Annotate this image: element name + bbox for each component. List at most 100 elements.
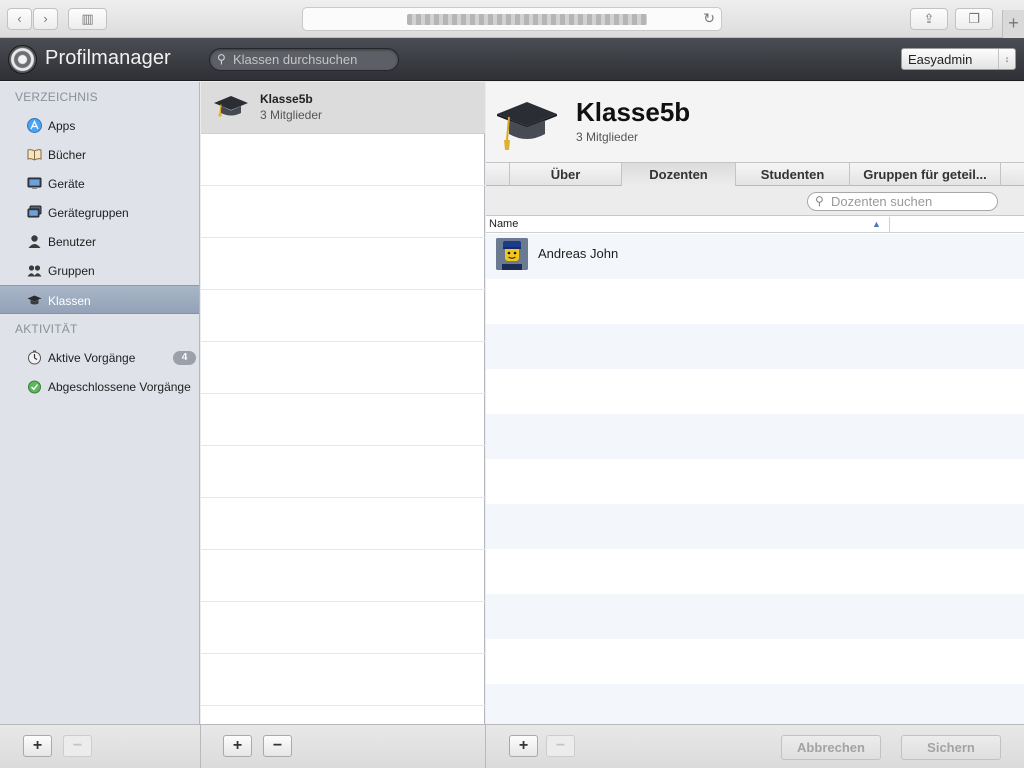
chevron-right-icon: › — [43, 11, 48, 26]
table-row — [486, 549, 1024, 594]
table-row — [486, 504, 1024, 549]
url-text-redacted — [407, 14, 647, 25]
detail-subtitle: 3 Mitglieder — [576, 130, 639, 144]
address-bar[interactable]: ↻ — [302, 7, 722, 31]
sidebar-item-active-tasks[interactable]: Aktive Vorgänge 4 — [0, 343, 199, 372]
list-item — [201, 446, 485, 498]
filter-bar: ⚲ — [486, 186, 1024, 216]
sidebar-item-device-groups[interactable]: Gerätegruppen — [0, 198, 199, 227]
tab-teachers[interactable]: Dozenten — [621, 163, 735, 186]
class-search-input[interactable] — [233, 51, 393, 68]
forward-button[interactable]: › — [33, 8, 58, 30]
list-item — [201, 186, 485, 238]
tab-shared-groups[interactable]: Gruppen für geteil... — [849, 163, 1001, 186]
plus-icon: + — [1008, 13, 1019, 33]
tabs-overview-button[interactable]: ❐ — [955, 8, 993, 30]
profile-manager-logo-icon — [8, 45, 37, 74]
sidebar-item-completed-tasks[interactable]: Abgeschlossene Vorgänge — [0, 372, 199, 401]
section-activity-heading: AKTIVITÄT — [15, 322, 78, 336]
search-icon: ⚲ — [815, 194, 824, 208]
chevron-left-icon: ‹ — [17, 11, 22, 26]
browser-toolbar: ‹ › ▥ ↻ ⇪ ❐ + — [0, 0, 1024, 38]
sidebar-item-label: Abgeschlossene Vorgänge — [48, 380, 191, 394]
class-remove-button[interactable]: − — [263, 735, 292, 757]
class-detail: Klasse5b 3 Mitglieder Über Dozenten Stud… — [486, 82, 1024, 724]
table-header: Name ▲ — [486, 217, 1024, 233]
sidebar-add-button[interactable]: + — [23, 735, 52, 757]
table-row[interactable]: Andreas John — [486, 234, 1024, 279]
column-header-name[interactable]: Name — [489, 218, 518, 230]
share-button[interactable]: ⇪ — [910, 8, 948, 30]
groups-icon — [27, 265, 42, 277]
new-tab-button[interactable]: + — [1002, 10, 1024, 38]
table-row — [486, 594, 1024, 639]
sidebar-item-label: Klassen — [48, 294, 91, 308]
sidebar-item-classes[interactable]: Klassen — [0, 285, 199, 314]
search-icon: ⚲ — [217, 52, 226, 66]
graduation-cap-icon — [27, 295, 42, 305]
class-member-count: 3 Mitglieder — [260, 108, 323, 122]
table-row — [486, 459, 1024, 504]
sidebar-item-devices[interactable]: Geräte — [0, 169, 199, 198]
count-badge: 4 — [173, 351, 196, 365]
lego-figure-avatar-icon — [496, 238, 528, 270]
detail-header: Klasse5b 3 Mitglieder — [486, 82, 1024, 162]
sidebar-toggle-button[interactable]: ▥ — [68, 8, 107, 30]
share-icon: ⇪ — [923, 11, 935, 26]
sort-ascending-icon[interactable]: ▲ — [872, 219, 881, 229]
save-button[interactable]: Sichern — [901, 735, 1001, 760]
sidebar-item-label: Apps — [48, 119, 76, 133]
devices-icon — [27, 177, 42, 189]
back-button[interactable]: ‹ — [7, 8, 32, 30]
list-item — [201, 342, 485, 394]
table-row — [486, 414, 1024, 459]
sidebar-item-users[interactable]: Benutzer — [0, 227, 199, 256]
completed-icon — [28, 380, 41, 394]
sidebar-item-groups[interactable]: Gruppen — [0, 256, 199, 285]
sidebar-item-apps[interactable]: Apps — [0, 111, 199, 140]
teacher-search[interactable]: ⚲ — [807, 192, 998, 211]
tab-about[interactable]: Über — [509, 163, 621, 186]
footer-divider — [200, 725, 201, 768]
sidebar-remove-button[interactable]: − — [63, 735, 92, 757]
class-list-item[interactable]: Klasse5b 3 Mitglieder — [201, 82, 485, 134]
sidebar: VERZEICHNIS Apps Bücher Geräte Gerätegru… — [0, 82, 200, 724]
list-item — [201, 290, 485, 342]
device-groups-icon — [27, 205, 42, 218]
list-item — [201, 602, 485, 654]
graduation-cap-icon — [214, 96, 248, 117]
list-item — [201, 498, 485, 550]
books-icon — [27, 149, 42, 161]
list-item — [201, 654, 485, 706]
sidebar-icon: ▥ — [81, 11, 94, 26]
table-row — [486, 369, 1024, 414]
class-name: Klasse5b — [260, 92, 313, 106]
sidebar-item-label: Bücher — [48, 148, 87, 162]
tabs-icon: ❐ — [968, 11, 980, 26]
teacher-remove-button[interactable]: − — [546, 735, 575, 757]
teacher-search-input[interactable] — [831, 194, 991, 209]
class-search[interactable]: ⚲ — [209, 48, 399, 71]
sidebar-item-label: Aktive Vorgänge — [48, 351, 136, 365]
column-divider — [889, 217, 890, 233]
cancel-button[interactable]: Abbrechen — [781, 735, 881, 760]
avatar — [496, 238, 528, 270]
class-add-button[interactable]: + — [223, 735, 252, 757]
user-icon — [28, 235, 41, 248]
detail-title: Klasse5b — [576, 97, 691, 127]
section-library-heading: VERZEICHNIS — [15, 90, 98, 104]
footer-divider — [485, 725, 486, 768]
chevron-updown-icon: ↕ — [998, 49, 1015, 69]
detail-tabs: Über Dozenten Studenten Gruppen für gete… — [486, 162, 1024, 186]
user-menu[interactable]: Easyadmin ↕ — [901, 48, 1016, 70]
footer-toolbar: + − + − + − Abbrechen Sichern — [0, 724, 1024, 768]
reload-icon[interactable]: ↻ — [703, 10, 715, 27]
tab-students[interactable]: Studenten — [735, 163, 849, 186]
sidebar-item-label: Gerätegruppen — [48, 206, 129, 220]
sidebar-item-books[interactable]: Bücher — [0, 140, 199, 169]
table-row — [486, 684, 1024, 724]
list-item — [201, 394, 485, 446]
list-item — [201, 238, 485, 290]
list-item — [201, 550, 485, 602]
teacher-add-button[interactable]: + — [509, 735, 538, 757]
